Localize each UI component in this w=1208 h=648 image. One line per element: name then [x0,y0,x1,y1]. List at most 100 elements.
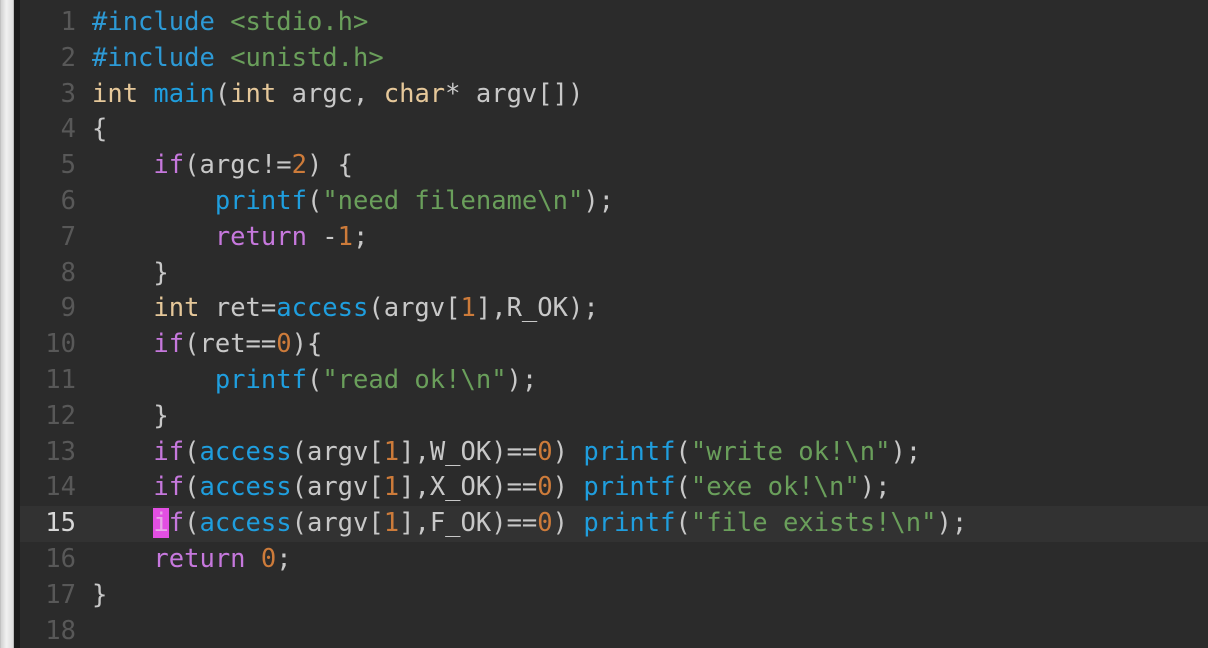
line-content[interactable]: if(argc!=2) { [76,148,353,184]
code-token: 1 [337,221,354,252]
vertical-scrollbar[interactable] [0,0,14,648]
line-content[interactable]: { [76,112,107,148]
code-token: } [92,579,108,610]
line-number: 3 [60,78,76,109]
code-lines[interactable]: 1 #include <stdio.h> 2 #include <unistd.h> 3… [20,5,1208,648]
code-line[interactable]: 18 [20,614,1208,648]
line-content[interactable]: printf("need filename\n"); [76,184,614,220]
line-number: 16 [45,543,76,574]
code-token: 1 [383,436,400,467]
line-content[interactable]: #include <stdio.h> [76,5,368,41]
line-content[interactable]: if(access(argv[1],X_OK)==0) printf("exe … [76,470,890,506]
code-token: (argc!= [184,150,292,181]
text-cursor: i [153,508,169,539]
line-content[interactable]: int main(int argc, char* argv[]) [76,77,583,113]
code-token: (ret== [184,329,277,360]
code-line[interactable]: 7 return -1; [20,220,1208,256]
code-line[interactable]: 10 if(ret==0){ [20,327,1208,363]
code-token: if [153,436,185,467]
code-line[interactable]: 2 #include <unistd.h> [20,41,1208,77]
code-token: int [230,78,277,109]
code-line[interactable]: 13 if(access(argv[1],W_OK)==0) printf("w… [20,435,1208,471]
code-token: main [153,78,215,109]
code-token: ; [276,543,292,574]
line-number: 9 [60,293,76,324]
code-token: 0 [537,472,553,503]
code-token: access [199,508,292,539]
code-token: int [92,78,139,109]
code-token: ( [675,508,691,539]
code-line[interactable]: 17} [20,578,1208,614]
code-token: "write ok!\n" [690,436,891,467]
code-line[interactable]: 11 printf("read ok!\n"); [20,363,1208,399]
code-line[interactable]: 16 return 0; [20,542,1208,578]
code-token: if [153,329,185,360]
line-content[interactable]: } [76,399,169,435]
code-token: ( [306,185,323,216]
code-token: 0 [537,508,553,539]
code-line[interactable]: 8 } [20,256,1208,292]
line-number: 13 [45,436,76,467]
code-token: "file exists!\n" [690,508,937,539]
code-token: 0 [537,436,553,467]
code-token: if [153,150,185,181]
code-token: printf [583,472,676,503]
line-content[interactable]: if(access(argv[1],F_OK)==0) printf("file… [76,506,967,542]
code-line[interactable]: 3 int main(int argc, char* argv[]) [20,77,1208,113]
code-token: #include [92,42,215,73]
code-token: ( [306,364,323,395]
code-token: printf [214,364,307,395]
line-content[interactable]: printf("read ok!\n"); [76,363,537,399]
code-token: (argv[ [291,436,384,467]
code-line[interactable]: 4{ [20,112,1208,148]
line-content[interactable]: return 0; [76,542,292,578]
line-content[interactable]: int ret=access(argv[1],R_OK); [76,291,598,327]
line-content[interactable]: if(access(argv[1],W_OK)==0) printf("writ… [76,435,921,471]
scrollbar-thumb[interactable] [1,0,13,648]
code-token: <unistd.h> [230,42,384,73]
code-line[interactable]: 14 if(access(argv[1],X_OK)==0) printf("e… [20,470,1208,506]
editor-window: 1 #include <stdio.h> 2 #include <unistd.h> 3… [0,0,1208,648]
code-token: ); [859,472,891,503]
line-content[interactable]: #include <unistd.h> [76,41,384,77]
line-number: 11 [45,364,76,395]
code-token: ) [552,508,584,539]
line-content[interactable]: } [76,256,169,292]
code-token: ],F_OK)== [399,508,538,539]
code-line[interactable]: 15 if(access(argv[1],F_OK)==0) printf("f… [20,506,1208,542]
code-token: argc, [276,78,384,109]
code-line[interactable]: 1 #include <stdio.h> [20,5,1208,41]
code-token: } [92,257,169,288]
code-token: #include [92,7,215,37]
line-content[interactable]: } [76,578,107,614]
code-token: "read ok!\n" [322,364,507,395]
code-token: ( [184,436,200,467]
code-token: ( [184,508,200,539]
code-token: ) [552,472,584,503]
line-content[interactable]: if(ret==0){ [76,327,322,363]
code-token: * argv[]) [445,78,584,109]
code-line[interactable]: 6 printf("need filename\n"); [20,184,1208,220]
code-editor-pane[interactable]: 1 #include <stdio.h> 2 #include <unistd.h> 3… [20,0,1208,648]
code-token: } [92,400,169,431]
code-token: ) { [306,150,354,181]
code-line[interactable]: 5 if(argc!=2) { [20,148,1208,184]
code-line[interactable]: 12 } [20,399,1208,435]
code-token: printf [214,185,307,216]
code-line[interactable]: 9 int ret=access(argv[1],R_OK); [20,291,1208,327]
code-token: "exe ok!\n" [690,472,860,503]
line-content[interactable]: return -1; [76,220,369,256]
line-number: 7 [60,221,76,252]
